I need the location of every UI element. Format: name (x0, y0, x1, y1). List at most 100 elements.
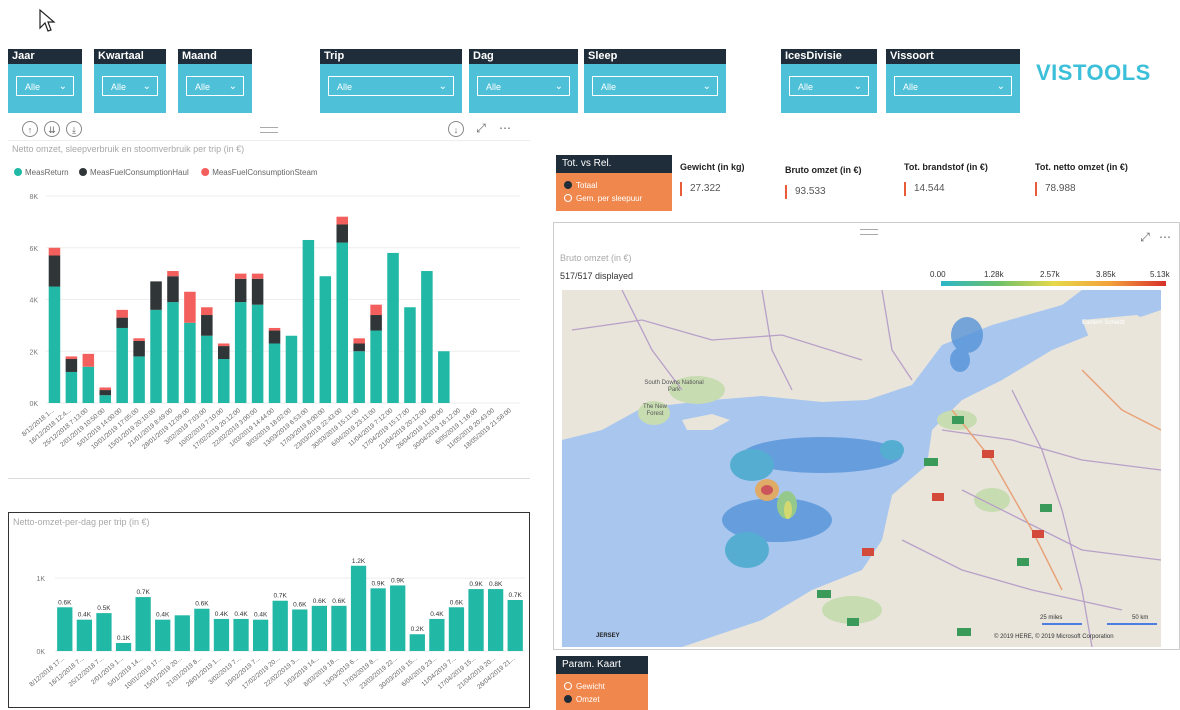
bar-segment (133, 340, 145, 357)
bar (57, 607, 73, 651)
legend-tick: 2.57k (1040, 270, 1060, 279)
data-label: 0.4K (215, 611, 229, 618)
bar-segment (438, 351, 450, 403)
bar-segment (336, 242, 349, 403)
expand-hierarchy-icon[interactable]: ⤓ (66, 121, 82, 137)
stacked-bar-chart[interactable]: MeasReturn MeasFuelConsumptionHaul MeasFue… (8, 156, 530, 478)
bar-segment (167, 276, 179, 303)
chevron-down-icon: ⌄ (58, 81, 67, 92)
radio-option-totaal[interactable]: Totaal (556, 179, 672, 192)
data-label: 0.9K (371, 580, 385, 587)
bar-segment (251, 278, 264, 305)
focus-mode-icon[interactable]: ⤢ (474, 121, 488, 135)
drill-up-icon[interactable]: ↑ (22, 121, 38, 137)
more-options-icon[interactable]: ⋯ (498, 121, 512, 135)
slicer-jaar[interactable]: Jaar Alle ⌄ (8, 49, 82, 113)
bar-segment (167, 271, 179, 277)
slicer-kwartaal[interactable]: Kwartaal Alle ⌄ (94, 49, 166, 113)
slicer-icesdivisie[interactable]: IcesDivisie Alle ⌄ (781, 49, 877, 113)
map-attribution: © 2019 HERE, © 2019 Microsoft Corporatio… (994, 634, 1114, 640)
bar (252, 619, 269, 651)
radio-option-omzet[interactable]: Omzet (556, 693, 648, 706)
bar (76, 619, 93, 651)
slicer-dropdown[interactable]: Alle ⌄ (894, 76, 1012, 96)
chart-panel-netto-omzet[interactable]: ↑ ⇊ ⤓ ↓ ⤢ ⋯ Netto omzet, sleepverbruik e… (8, 118, 530, 479)
slicer-dropdown[interactable]: Alle ⌄ (789, 76, 869, 96)
slicer-dropdown[interactable]: Alle ⌄ (102, 76, 158, 96)
focus-mode-icon[interactable]: ⤢ (1138, 230, 1152, 244)
chevron-down-icon: ⌄ (142, 81, 151, 92)
slicer-dropdown[interactable]: Alle ⌄ (328, 76, 454, 96)
bar (233, 618, 249, 651)
radio-icon (564, 194, 572, 202)
slicer-vissoort[interactable]: Vissoort Alle ⌄ (886, 49, 1020, 113)
slicer-dropdown[interactable]: Alle ⌄ (592, 76, 718, 96)
bar-chart[interactable]: 0K1K0.6K8/12/2018 17...0.4K16/12/2018 7.… (9, 529, 529, 707)
slicer-label: Sleep (584, 49, 726, 64)
bar-segment (48, 247, 61, 256)
bar (194, 608, 210, 651)
slicer-dropdown[interactable]: Alle ⌄ (186, 76, 244, 96)
bar-segment (336, 216, 349, 225)
bar (213, 618, 230, 651)
chevron-down-icon: ⌄ (853, 81, 862, 92)
data-label: 0.4K (254, 612, 268, 619)
y-tick-label: 8K (29, 194, 38, 201)
slicer-sleep[interactable]: Sleep Alle ⌄ (584, 49, 726, 113)
bar-segment (217, 359, 230, 403)
bar (115, 642, 132, 651)
bar-segment (150, 281, 162, 310)
chevron-down-icon: ⌄ (996, 81, 1005, 92)
slicer-dropdown[interactable]: Alle ⌄ (16, 76, 74, 96)
more-options-icon[interactable]: ⋯ (1158, 230, 1172, 244)
map-title: Bruto omzet (in €) (560, 253, 632, 263)
map-canvas[interactable] (562, 290, 1161, 647)
slicer-maand[interactable]: Maand Alle ⌄ (178, 49, 252, 113)
y-tick-label: 4K (29, 298, 38, 305)
bar-segment (217, 346, 230, 360)
y-tick-label: 0K (29, 401, 38, 408)
chevron-down-icon: ⌄ (438, 81, 447, 92)
drill-down-icon[interactable]: ⇊ (44, 121, 60, 137)
radio-option-gewicht[interactable]: Gewicht (556, 680, 648, 693)
scale-label-miles: 25 miles (1040, 615, 1063, 621)
scale-label-km: 50 km (1132, 615, 1149, 621)
place-label: South Downs National Park (644, 380, 704, 393)
param-title: Param. Kaart (556, 656, 648, 674)
slicer-label: Jaar (8, 49, 82, 64)
bar (96, 613, 112, 651)
legend-label: MeasFuelConsumptionHaul (90, 168, 189, 177)
drill-mode-icon[interactable]: ↓ (448, 121, 464, 137)
slicer-dag[interactable]: Dag Alle ⌄ (469, 49, 578, 113)
chevron-down-icon: ⌄ (228, 81, 237, 92)
drag-handle-icon[interactable] (860, 229, 878, 235)
bar-segment (150, 309, 162, 403)
radio-selected-icon (564, 181, 572, 189)
data-label: 0.4K (78, 612, 92, 619)
tot-vs-rel-slicer[interactable]: Tot. vs Rel. Totaal Gem. per sleepuur (556, 155, 672, 211)
bar-segment (370, 315, 382, 331)
kpi-gewicht: Gewicht (in kg) 27.322 (680, 162, 745, 196)
bar-segment (82, 353, 95, 367)
bar-segment (251, 304, 264, 403)
param-kaart-slicer[interactable]: Param. Kaart Gewicht Omzet (556, 656, 648, 710)
bar-segment (201, 307, 213, 316)
slicer-trip[interactable]: Trip Alle ⌄ (320, 49, 462, 113)
kpi-value: 27.322 (680, 182, 721, 196)
bar-segment (336, 224, 349, 243)
bar (507, 600, 523, 651)
chart-panel-netto-omzet-per-dag[interactable]: Netto-omzet-per-dag per trip (in €) 0K 1K… (8, 512, 530, 708)
bar-segment (133, 356, 145, 403)
bar (292, 609, 308, 651)
visual-toolbar: ↑ ⇊ ⤓ ↓ ⤢ ⋯ (8, 118, 530, 141)
slicer-dropdown[interactable]: Alle ⌄ (477, 76, 570, 96)
data-label: 0.7K (274, 593, 288, 600)
bar-segment (404, 307, 416, 403)
place-label: Eastern Scheldt (1082, 320, 1125, 326)
kpi-label: Tot. brandstof (in €) (904, 162, 988, 172)
bar-segment (370, 304, 382, 316)
radio-option-gem[interactable]: Gem. per sleepuur (556, 192, 672, 205)
drag-handle-icon[interactable] (260, 127, 278, 133)
bar-segment (319, 276, 332, 403)
heatmap-map[interactable]: South Downs National Park The New Forest… (562, 290, 1161, 647)
